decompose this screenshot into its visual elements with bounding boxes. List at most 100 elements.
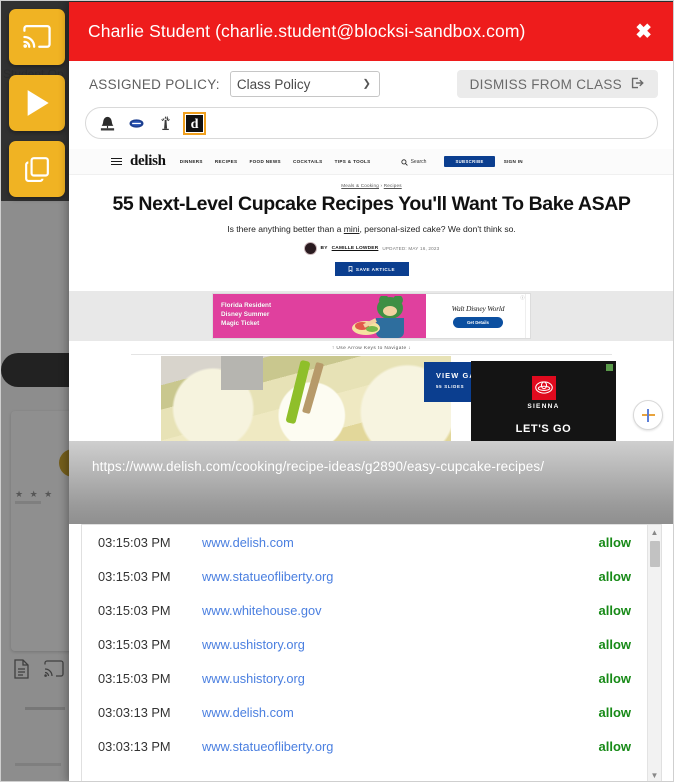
add-button[interactable]: [633, 400, 663, 430]
tab-favicon-ushistory[interactable]: [98, 114, 117, 133]
quick-action-buttons: [9, 9, 65, 197]
table-row: 03:15:03 PM www.ushistory.org allow: [82, 627, 647, 661]
ad-corner-badge: [606, 364, 613, 371]
toyota-tagline: LET'S GO: [515, 422, 572, 435]
browsing-history-scroll-area: 03:15:03 PM www.delish.com allow 03:15:03 P…: [82, 525, 647, 781]
history-action-status: allow: [598, 670, 631, 686]
preview-banner-ad[interactable]: Florida Resident Disney Summer Magic Tic…: [212, 293, 531, 339]
preview-nav-recipes[interactable]: RECIPES: [215, 159, 238, 164]
scrollbar-thumb[interactable]: [650, 541, 660, 567]
current-url-band: https://www.delish.com/cooking/recipe-id…: [69, 441, 673, 524]
history-url-link[interactable]: www.delish.com: [202, 705, 598, 720]
open-tabs-strip: d: [85, 107, 658, 139]
breadcrumb-current[interactable]: Recipes: [384, 183, 402, 188]
breadcrumb-separator: ›: [380, 183, 383, 188]
ad-headline-line1: Florida Resident: [221, 302, 272, 309]
ad-creative: Florida Resident Disney Summer Magic Tic…: [213, 294, 426, 338]
preview-breadcrumb: Meals & Cooking › Recipes: [69, 183, 673, 188]
table-row: 03:15:03 PM www.whitehouse.gov allow: [82, 593, 647, 627]
byline-prefix: BY: [320, 246, 328, 251]
history-time: 03:03:13 PM: [98, 738, 171, 754]
history-url-link[interactable]: www.ushistory.org: [202, 637, 598, 652]
toyota-logo-icon: [531, 375, 556, 400]
browsing-history-list: 03:15:03 PM www.delish.com allow 03:15:03 P…: [81, 524, 662, 781]
close-icon[interactable]: ✖: [631, 22, 656, 42]
ad-brand-panel: ⓘ × Walt Disney World Get Details: [426, 294, 530, 338]
history-time: 03:03:13 PM: [98, 704, 171, 720]
preview-toyota-ad[interactable]: SIENNA LET'S GO: [471, 361, 616, 441]
history-action-status: allow: [598, 636, 631, 652]
student-detail-modal: Charlie Student (charlie.student@blocksi…: [69, 2, 673, 781]
table-row: 03:03:13 PM www.delish.com allow: [82, 695, 647, 729]
ad-headline-line2: Disney Summer: [221, 311, 270, 318]
dek-before: Is there anything better than a: [227, 224, 344, 234]
ad-headline: Florida Resident Disney Summer Magic Tic…: [221, 301, 271, 328]
preview-site-logo: delish: [130, 153, 166, 169]
svg-text:d: d: [191, 116, 199, 132]
dek-link[interactable]: mini: [344, 224, 360, 234]
preview-signin-link[interactable]: SIGN IN: [504, 159, 523, 164]
preview-headline: 55 Next-Level Cupcake Recipes You'll Wan…: [112, 193, 631, 215]
byline-updated: UPDATED: MAY 16, 2023: [382, 246, 440, 251]
gallery-image[interactable]: [161, 356, 451, 441]
duplicate-button[interactable]: [9, 141, 65, 197]
dek-after: , personal-sized cake? We don't think so…: [359, 224, 516, 234]
history-url-link[interactable]: www.ushistory.org: [202, 671, 598, 686]
history-action-status: allow: [598, 602, 631, 618]
modal-header: Charlie Student (charlie.student@blocksi…: [69, 2, 673, 61]
cast-screen-button[interactable]: [9, 9, 65, 65]
scroll-down-arrow-icon[interactable]: ▼: [648, 768, 661, 781]
breadcrumb-parent[interactable]: Meals & Cooking: [341, 183, 379, 188]
hamburger-menu-icon[interactable]: [111, 157, 122, 166]
history-url-link[interactable]: www.statueofliberty.org: [202, 739, 598, 754]
preview-nav-food-news[interactable]: FOOD NEWS: [249, 159, 280, 164]
preview-nav-tips-tools[interactable]: TIPS & TOOLS: [335, 159, 371, 164]
preview-nav-dinners[interactable]: DINNERS: [180, 159, 203, 164]
assigned-policy-select[interactable]: Class Policy: [229, 71, 380, 97]
gallery-image-detail: [221, 356, 263, 390]
tab-favicon-statueofliberty[interactable]: [156, 114, 175, 133]
preview-dek: Is there anything better than a mini, pe…: [69, 224, 673, 234]
preview-site-nav: delish DINNERS RECIPES FOOD NEWS COCKTAI…: [69, 149, 673, 175]
history-time: 03:15:03 PM: [98, 636, 171, 652]
history-scrollbar[interactable]: ▲ ▼: [647, 525, 661, 781]
preview-nav-cocktails[interactable]: COCKTAILS: [293, 159, 323, 164]
history-action-status: allow: [598, 534, 631, 550]
history-time: 03:15:03 PM: [98, 568, 171, 584]
table-row: 03:15:03 PM www.statueofliberty.org allow: [82, 559, 647, 593]
dismiss-from-class-button[interactable]: DISMISS FROM CLASS: [456, 70, 658, 98]
gallery-divider: [131, 354, 612, 355]
ad-brand: Walt Disney World: [451, 304, 505, 313]
table-row: 03:15:03 PM www.ushistory.org allow: [82, 661, 647, 695]
plus-icon-vertical: [647, 408, 649, 422]
history-url-link[interactable]: www.statueofliberty.org: [202, 569, 598, 584]
scroll-up-arrow-icon[interactable]: ▲: [648, 525, 661, 539]
byline-author[interactable]: CAMILLE LOWDER: [332, 246, 379, 251]
preview-search-label: Search: [410, 158, 427, 165]
tab-favicon-whitehouse[interactable]: [127, 114, 146, 133]
dismiss-from-class-label: DISMISS FROM CLASS: [469, 76, 622, 92]
preview-subscribe-button[interactable]: SUBSCRIBE: [444, 156, 495, 167]
avatar: [303, 242, 317, 255]
ad-side-rail: [525, 294, 530, 338]
search-icon: [401, 153, 408, 171]
preview-ad-band: Florida Resident Disney Summer Magic Tic…: [69, 291, 673, 341]
ad-character-image: [352, 296, 404, 338]
play-button[interactable]: [9, 75, 65, 131]
ad-cta-button[interactable]: Get Details: [453, 317, 503, 328]
history-url-link[interactable]: www.delish.com: [202, 535, 598, 550]
tab-favicon-delish[interactable]: d: [183, 111, 206, 135]
assigned-policy-select-wrap: Class Policy ❯: [229, 71, 380, 97]
modal-title: Charlie Student (charlie.student@blocksi…: [88, 21, 526, 41]
preview-byline: BY CAMILLE LOWDER UPDATED: MAY 16, 2023: [69, 242, 673, 255]
history-action-status: allow: [598, 704, 631, 720]
current-url-text[interactable]: https://www.delish.com/cooking/recipe-id…: [92, 459, 544, 474]
history-time: 03:15:03 PM: [98, 602, 171, 618]
preview-gallery-band: ↑ Use Arrow Keys to Navigate ↓ VIEW GALL…: [69, 342, 673, 441]
preview-save-article-button[interactable]: SAVE ARTICLE: [334, 262, 409, 276]
preview-search[interactable]: Search: [401, 153, 427, 171]
history-url-link[interactable]: www.whitehouse.gov: [202, 603, 598, 618]
logout-icon: [631, 76, 645, 93]
assigned-policy-row: ASSIGNED POLICY: Class Policy ❯ DISMISS …: [69, 61, 673, 107]
ad-headline-line3: Magic Ticket: [221, 320, 260, 327]
